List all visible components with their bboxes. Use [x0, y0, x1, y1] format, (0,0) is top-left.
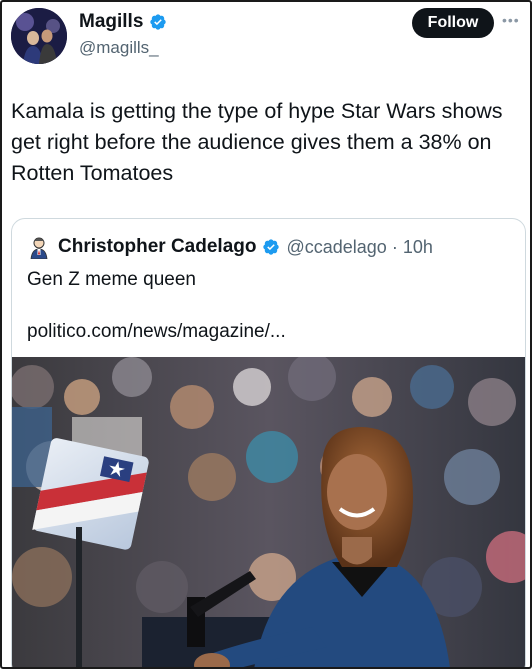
author-display-name[interactable]: Magills	[79, 11, 167, 33]
author-name-text[interactable]: Magills	[79, 11, 143, 33]
quoted-header: Christopher Cadelago @ccadelago · 10h	[58, 236, 433, 258]
author-avatar[interactable]	[11, 8, 67, 64]
quoted-text: Gen Z meme queen	[27, 269, 196, 290]
quoted-link[interactable]: politico.com/news/magazine/...	[27, 321, 286, 343]
quoted-handle-time[interactable]: @ccadelago · 10h	[286, 237, 432, 258]
verified-badge-icon	[150, 14, 167, 30]
verified-badge-icon	[263, 239, 280, 255]
tweet-card: Magills @magills_ Follow ••• Kamala is g…	[0, 0, 532, 669]
more-dots-icon[interactable]: •••	[502, 12, 520, 28]
follow-button[interactable]: Follow	[412, 8, 494, 38]
quoted-author-avatar[interactable]	[27, 235, 51, 259]
quoted-media-photo[interactable]	[12, 357, 525, 667]
quoted-display-name[interactable]: Christopher Cadelago	[58, 236, 256, 258]
quoted-tweet[interactable]: Christopher Cadelago @ccadelago · 10h Ge…	[11, 218, 526, 667]
author-handle[interactable]: @magills_	[79, 38, 159, 58]
tweet-text: Kamala is getting the type of hype Star …	[11, 99, 503, 185]
